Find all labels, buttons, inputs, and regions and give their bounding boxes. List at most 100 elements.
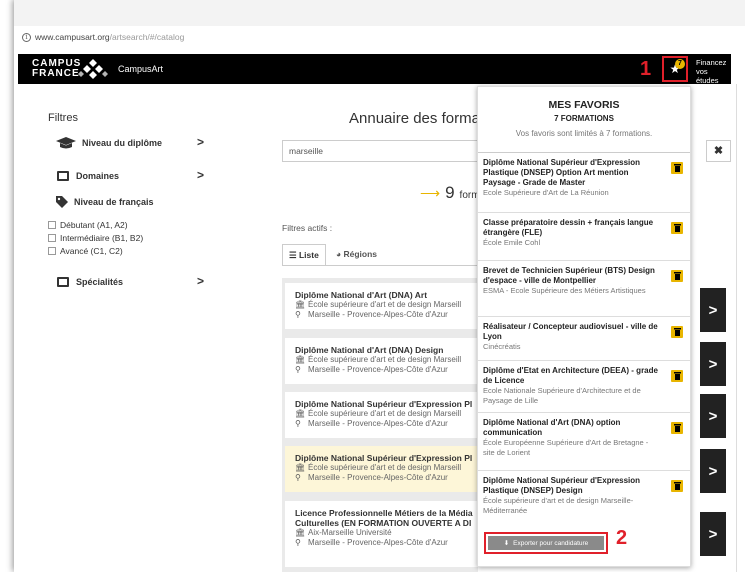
filter-niveau-francais[interactable]: Niveau de français xyxy=(56,196,154,208)
checkbox[interactable] xyxy=(48,234,56,242)
logo-line-2: FRANCE xyxy=(32,68,80,79)
export-highlight: ⬇ Exporter pour candidature xyxy=(484,532,608,554)
favorite-item[interactable]: Diplôme National Supérieur d'Expression … xyxy=(478,152,690,212)
result-location: Marseille - Provence-Alpes-Côte d'Azur xyxy=(308,310,448,319)
result-school: École supérieure d'art et de design Mars… xyxy=(308,300,462,309)
favorite-item[interactable]: Diplôme National d'Art (DNA) option comm… xyxy=(478,412,690,470)
filter-label: Spécialités xyxy=(76,277,124,287)
filters-title: Filtres xyxy=(48,112,78,124)
favorites-count-badge: 7 xyxy=(675,59,685,69)
open-result-button[interactable]: > xyxy=(700,394,726,438)
filter-domaines[interactable]: Domaines xyxy=(56,170,119,182)
result-school: École supérieure d'art et de design Mars… xyxy=(308,463,462,472)
favorite-title: Diplôme d'Etat en Architecture (DEEA) - … xyxy=(483,366,658,385)
favorite-item[interactable]: Réalisateur / Concepteur audiovisuel - v… xyxy=(478,316,690,360)
address-bar[interactable]: i www.campusart.org/artsearch/#/catalog xyxy=(22,30,184,44)
open-result-button[interactable]: > xyxy=(700,342,726,386)
institution-icon: 🏛 xyxy=(295,463,306,472)
filter-label: Niveau du diplôme xyxy=(82,138,163,148)
result-location: Marseille - Provence-Alpes-Côte d'Azur xyxy=(308,365,448,374)
favorites-button[interactable]: ★ 7 xyxy=(662,56,688,82)
level-label: Intermédiaire (B1, B2) xyxy=(60,233,144,243)
favorite-item[interactable]: Classe préparatoire dessin + français la… xyxy=(478,212,690,260)
favorite-title: Diplôme National Supérieur d'Expression … xyxy=(483,158,641,187)
result-title: Diplôme National d'Art (DNA) Art xyxy=(295,290,428,300)
arrow-right-icon: ⟶ xyxy=(420,185,441,201)
favorite-school: École supérieure d'art et de design Mars… xyxy=(483,496,634,515)
location-pin-icon: ⚲ xyxy=(295,365,301,374)
result-item[interactable]: Diplôme National d'Art (DNA) Art 🏛 École … xyxy=(285,283,478,329)
filter-niveau-diplome[interactable]: Niveau du diplôme xyxy=(56,137,162,149)
checkbox[interactable] xyxy=(48,221,56,229)
level-intermediaire[interactable]: Intermédiaire (B1, B2) xyxy=(48,233,143,243)
location-pin-icon: ⚲ xyxy=(295,310,301,319)
tab-liste[interactable]: ☰ Liste xyxy=(282,244,326,266)
result-title-line-1: Licence Professionnelle Métiers de la Mé… xyxy=(295,508,473,518)
download-icon: ⬇ xyxy=(503,540,510,547)
browser-top-strip xyxy=(14,0,745,26)
open-result-button[interactable]: > xyxy=(700,449,726,493)
logo-diamond-icon xyxy=(78,59,108,79)
institution-icon: 🏛 xyxy=(295,300,306,309)
favorites-title: MES FAVORIS xyxy=(548,99,620,111)
favorite-item[interactable]: Brevet de Technicien Supérieur (BTS) Des… xyxy=(478,260,690,316)
favorites-popup: MES FAVORIS 7 FORMATIONS Vos favoris son… xyxy=(477,86,691,567)
location-pin-icon: ⚲ xyxy=(295,538,301,547)
export-button[interactable]: ⬇ Exporter pour candidature xyxy=(488,536,604,550)
trash-icon[interactable] xyxy=(671,222,683,234)
checkbox[interactable] xyxy=(48,247,56,255)
institution-icon: 🏛 xyxy=(295,528,306,537)
level-avance[interactable]: Avancé (C1, C2) xyxy=(48,246,123,256)
tab-regions[interactable]: ◕ Régions xyxy=(330,244,383,266)
campus-france-logo[interactable]: CAMPUS FRANCE xyxy=(32,59,81,79)
globe-icon: ◕ xyxy=(336,249,344,259)
annotation-number-2: 2 xyxy=(616,527,628,549)
tab-divider xyxy=(282,265,478,266)
trash-icon[interactable] xyxy=(671,422,683,434)
favorite-title: Diplôme National Supérieur d'Expression … xyxy=(483,476,641,495)
tab-label: Liste xyxy=(298,250,319,260)
search-input[interactable]: marseille xyxy=(282,140,482,162)
favorite-title: Classe préparatoire dessin + français la… xyxy=(483,218,654,237)
open-result-button[interactable]: > xyxy=(700,288,726,332)
annotation-number-1: 1 xyxy=(640,58,652,80)
book-icon xyxy=(57,277,69,287)
result-item[interactable]: Diplôme National d'Art (DNA) Design 🏛 Éco… xyxy=(285,338,478,384)
results-count: ⟶ 9 form xyxy=(420,183,480,203)
clear-search-button[interactable]: ✖ xyxy=(706,140,731,162)
trash-icon[interactable] xyxy=(671,270,683,282)
export-label: Exporter pour candidature xyxy=(513,539,589,547)
favorite-item[interactable]: Diplôme d'Etat en Architecture (DEEA) - … xyxy=(478,360,690,412)
chevron-right-icon[interactable]: > xyxy=(197,168,204,182)
financez-line-1: Financez xyxy=(696,58,727,67)
trash-icon[interactable] xyxy=(671,162,683,174)
result-item[interactable]: Licence Professionnelle Métiers de la Mé… xyxy=(285,501,478,567)
filter-specialites[interactable]: Spécialités xyxy=(56,276,123,288)
level-debutant[interactable]: Débutant (A1, A2) xyxy=(48,220,128,230)
tab-label: Régions xyxy=(343,249,378,259)
result-location: Marseille - Provence-Alpes-Côte d'Azur xyxy=(308,419,448,428)
open-result-button[interactable]: > xyxy=(700,512,726,556)
level-label: Débutant (A1, A2) xyxy=(60,220,128,230)
chevron-right-icon[interactable]: > xyxy=(197,274,204,288)
count-number: 9 xyxy=(445,183,455,202)
result-item-highlighted[interactable]: Diplôme National Supérieur d'Expression … xyxy=(285,446,478,492)
trash-icon[interactable] xyxy=(671,326,683,338)
campusart-brand[interactable]: CampusArt xyxy=(118,64,163,74)
result-school: École supérieure d'art et de design Mars… xyxy=(308,409,462,418)
chevron-right-icon[interactable]: > xyxy=(197,135,204,149)
url-main: www.campusart.org xyxy=(35,32,110,42)
info-icon[interactable]: i xyxy=(22,32,31,42)
favorite-item[interactable]: Diplôme National Supérieur d'Expression … xyxy=(478,470,690,528)
institution-icon: 🏛 xyxy=(295,409,306,418)
result-title: Diplôme National d'Art (DNA) Design xyxy=(295,345,444,355)
favorite-school: École Européenne Supérieure d'Art de Bre… xyxy=(483,438,649,457)
financez-line-2: vos études xyxy=(696,67,719,85)
result-item[interactable]: Diplôme National Supérieur d'Expression … xyxy=(285,392,478,438)
trash-icon[interactable] xyxy=(671,370,683,382)
result-school: Aix-Marseille Université xyxy=(308,528,392,537)
financez-link[interactable]: Financez vos études xyxy=(696,58,731,85)
favorites-subtitle: 7 FORMATIONS xyxy=(554,114,614,123)
trash-icon[interactable] xyxy=(671,480,683,492)
book-icon xyxy=(57,171,69,181)
